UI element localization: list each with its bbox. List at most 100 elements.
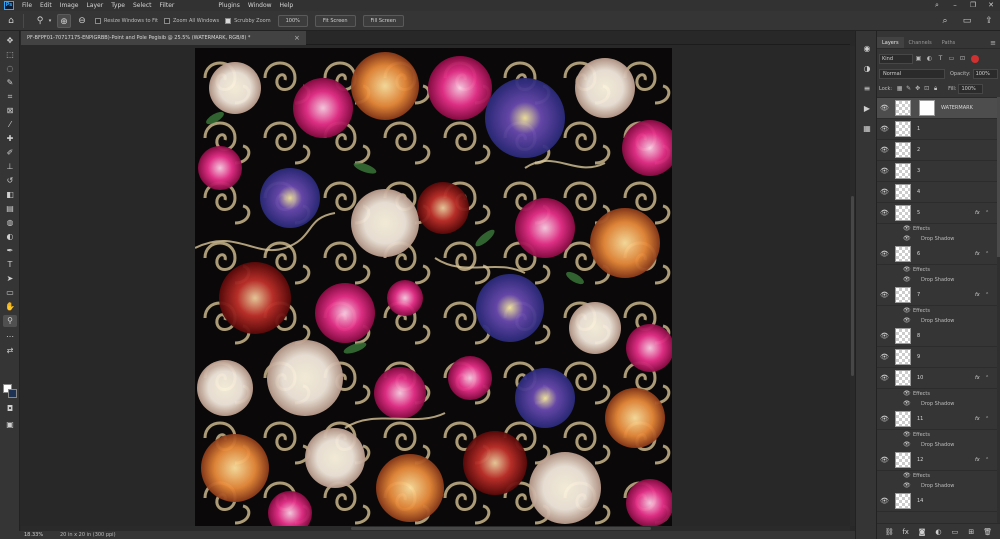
visibility-eye-icon[interactable]: 👁︎ [880,105,889,112]
layer-row[interactable]: 👁︎ 3 [877,161,997,182]
close-icon[interactable]: × [294,31,300,45]
restore-button[interactable]: ❐ [964,0,982,11]
layer-name[interactable]: 9 [917,347,920,368]
visibility-eye-icon[interactable]: 👁︎ [903,432,911,438]
zoom-100-button[interactable]: 100% [277,14,308,27]
layer-row[interactable]: 👁︎ 9 [877,347,997,368]
menu-help[interactable]: Help [276,0,298,11]
effects-group[interactable]: 👁︎ Effects [877,224,997,234]
pen-tool-icon[interactable]: ✒ [3,245,17,257]
layer-row[interactable]: 👁︎ WATERMARK [877,98,997,119]
visibility-eye-icon[interactable]: 👁︎ [903,308,911,314]
visibility-eye-icon[interactable]: 👁︎ [903,267,911,273]
layer-row[interactable]: 👁︎ 2 [877,140,997,161]
layer-effects-icon[interactable]: fx [975,244,980,265]
new-adjustment-icon[interactable]: ◐ [933,528,943,536]
visibility-eye-icon[interactable]: 👁︎ [880,210,889,217]
layer-row[interactable]: 👁︎ 6 fx ⌃ [877,244,997,265]
background-color-swatch[interactable] [8,389,17,398]
menu-image[interactable]: Image [56,0,83,11]
collapse-effects-icon[interactable]: ⌃ [985,203,989,224]
menu-edit[interactable]: Edit [36,0,56,11]
photoshop-logo-icon[interactable]: Ps [4,1,14,10]
quick-select-tool-icon[interactable]: ✎ [3,77,17,89]
link-layers-icon[interactable]: ⛓ [884,528,894,536]
swap-colors-icon[interactable]: ⇄ [3,345,17,357]
layer-name[interactable]: 3 [917,161,920,182]
zoom-level[interactable]: 18.33% [0,532,43,538]
gradient-tool-icon[interactable]: ▤ [3,203,17,215]
zoom-all-windows-checkbox[interactable]: Zoom All Windows [164,17,219,24]
effects-group[interactable]: 👁︎ Effects [877,471,997,481]
layer-name[interactable]: WATERMARK [941,98,973,119]
visibility-eye-icon[interactable]: 👁︎ [880,147,889,154]
share-icon[interactable]: ⇪ [982,14,996,28]
effect-drop-shadow[interactable]: 👁︎ Drop Shadow [877,316,997,326]
move-tool-icon[interactable]: ✥ [3,35,17,47]
resize-windows-checkbox[interactable]: Resize Windows to Fit [95,17,158,24]
visibility-eye-icon[interactable]: 👁︎ [903,277,911,283]
visibility-eye-icon[interactable]: 👁︎ [903,226,911,232]
new-group-icon[interactable]: ▭ [950,528,960,536]
zoom-tool-icon[interactable]: ⚲ [3,315,17,327]
frame-tool-icon[interactable]: ⊠ [3,105,17,117]
fit-screen-button[interactable]: Fit Screen [314,14,356,27]
libraries-icon[interactable]: ▦ [860,123,874,135]
visibility-eye-icon[interactable]: 👁︎ [903,318,911,324]
collapse-effects-icon[interactable]: ⌃ [985,409,989,430]
layer-effects-icon[interactable]: fx [975,450,980,471]
zoom-tool-icon[interactable]: ⚲ [33,14,47,28]
delete-layer-icon[interactable]: 🗑︎ [983,528,993,536]
type-filter-icon[interactable]: T [935,55,946,62]
layer-row[interactable]: 👁︎ 12 fx ⌃ [877,450,997,471]
layer-name[interactable]: 1 [917,119,920,140]
layer-row[interactable]: 👁︎ 10 fx ⌃ [877,368,997,389]
collapse-effects-icon[interactable]: ⌃ [985,450,989,471]
chevron-down-icon[interactable]: ▾ [47,14,53,28]
workspace-icon[interactable]: ▭ [960,14,974,28]
layer-name[interactable]: 12 [917,450,923,471]
minimize-button[interactable]: – [946,0,964,11]
visibility-eye-icon[interactable]: 👁︎ [903,442,911,448]
menu-filter[interactable]: Filter [156,0,179,11]
layer-effects-icon[interactable]: fx [975,203,980,224]
marquee-tool-icon[interactable]: ⬚ [3,49,17,61]
lasso-tool-icon[interactable]: ◌ [3,63,17,75]
shape-filter-icon[interactable]: ▭ [946,55,957,62]
opacity-input[interactable]: 100% [972,68,998,79]
add-mask-icon[interactable]: ◙ [917,528,927,536]
visibility-eye-icon[interactable]: 👁︎ [880,416,889,423]
actions-play-icon[interactable]: ▶ [860,103,874,115]
eraser-tool-icon[interactable]: ◧ [3,189,17,201]
panel-menu-icon[interactable]: ≡ [990,37,996,49]
menu-layer[interactable]: Layer [82,0,107,11]
zoom-in-icon[interactable]: ⊕ [57,13,71,28]
tab-layers[interactable]: Layers [877,37,904,48]
hand-tool-icon[interactable]: ✋ [3,301,17,313]
search-icon[interactable]: ⌕ [938,14,952,28]
blur-tool-icon[interactable]: ◍ [3,217,17,229]
clone-stamp-icon[interactable]: ⊥ [3,161,17,173]
smart-object-filter-icon[interactable]: ⊡ [957,55,968,62]
filter-toggle[interactable] [971,54,979,63]
screen-mode-icon[interactable]: ▣ [3,419,17,431]
layer-name[interactable]: 8 [917,326,920,347]
visibility-eye-icon[interactable]: 👁︎ [880,126,889,133]
healing-brush-icon[interactable]: ✚ [3,133,17,145]
document-tab[interactable]: PF-BFPF01-70717175-ENPIGRBB)-Point and P… [21,31,306,45]
scroll-thumb[interactable] [851,196,854,376]
layer-name[interactable]: 2 [917,140,920,161]
history-brush-icon[interactable]: ↺ [3,175,17,187]
layer-effects-icon[interactable]: fx [975,368,980,389]
effect-drop-shadow[interactable]: 👁︎ Drop Shadow [877,275,997,285]
layer-effects-icon[interactable]: fx [975,409,980,430]
layer-name[interactable]: 5 [917,203,920,224]
new-layer-icon[interactable]: ⊞ [966,528,976,536]
visibility-eye-icon[interactable]: 👁︎ [880,375,889,382]
collapse-effects-icon[interactable]: ⌃ [985,368,989,389]
effect-drop-shadow[interactable]: 👁︎ Drop Shadow [877,440,997,450]
properties-icon[interactable]: ≡ [860,83,874,95]
visibility-eye-icon[interactable]: 👁︎ [903,401,911,407]
menu-type[interactable]: Type [107,0,129,11]
menu-window[interactable]: Window [244,0,276,11]
